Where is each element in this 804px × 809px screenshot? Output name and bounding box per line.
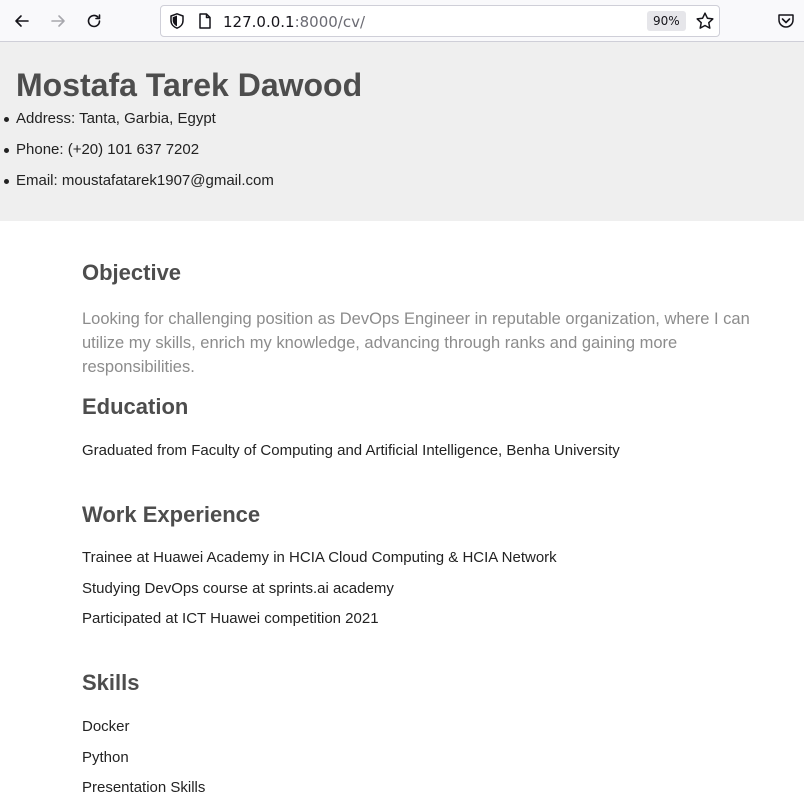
list-item: Trainee at Huawei Academy in HCIA Cloud … (82, 549, 557, 566)
list-item: Presentation Skills (82, 779, 206, 796)
address-bar[interactable]: 127.0.0.1:8000/cv/ 90% (160, 5, 720, 37)
reload-button[interactable] (80, 7, 108, 35)
list-item: Docker (82, 718, 130, 735)
contact-list: Address: Tanta, Garbia, Egypt Phone: (+2… (0, 109, 274, 202)
work-experience-list: Trainee at Huawei Academy in HCIA Cloud … (82, 548, 557, 640)
zoom-level-button[interactable]: 90% (647, 11, 686, 31)
contact-email: Email: moustafatarek1907@gmail.com (0, 171, 274, 202)
cv-name-heading: Mostafa Tarek Dawood (16, 67, 363, 103)
pocket-icon[interactable] (776, 11, 796, 31)
cv-header: Mostafa Tarek Dawood Address: Tanta, Gar… (0, 42, 804, 221)
skills-heading: Skills (82, 670, 140, 695)
url-path: :8000/cv/ (294, 13, 366, 31)
education-text: Graduated from Faculty of Computing and … (82, 442, 620, 459)
page-icon[interactable] (196, 12, 214, 30)
bookmark-star-icon[interactable] (695, 11, 715, 31)
browser-toolbar: 127.0.0.1:8000/cv/ 90% (0, 0, 804, 42)
contact-phone: Phone: (+20) 101 637 7202 (0, 140, 274, 171)
education-heading: Education (82, 394, 189, 419)
objective-heading: Objective (82, 260, 182, 285)
arrow-left-icon (15, 15, 29, 27)
shield-icon[interactable] (168, 12, 186, 30)
list-item: Python (82, 748, 129, 766)
reload-icon (87, 14, 101, 28)
url-host: 127.0.0.1 (223, 13, 295, 31)
url-text[interactable]: 127.0.0.1:8000/cv/ (223, 13, 365, 31)
contact-address: Address: Tanta, Garbia, Egypt (0, 109, 274, 140)
forward-button[interactable] (44, 7, 72, 35)
objective-text: Looking for challenging position as DevO… (82, 310, 750, 376)
work-experience-heading: Work Experience (82, 502, 261, 527)
list-item: Studying DevOps course at sprints.ai aca… (82, 579, 394, 597)
arrow-right-icon (51, 15, 65, 27)
list-item: Participated at ICT Huawei competition 2… (82, 610, 379, 627)
back-button[interactable] (8, 7, 36, 35)
skills-list: Docker Python Presentation Skills (82, 717, 205, 809)
